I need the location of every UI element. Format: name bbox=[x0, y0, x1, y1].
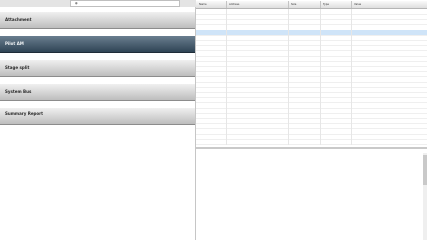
table-row[interactable] bbox=[196, 139, 427, 145]
column-divider bbox=[320, 9, 321, 145]
group-list-pane: Attachment Pilot AM Stage split System B… bbox=[0, 7, 196, 240]
column-divider bbox=[288, 9, 289, 145]
group-item-system-bus[interactable]: System Bus bbox=[0, 84, 195, 101]
group-name: Pilot AM bbox=[5, 41, 24, 46]
group-name: Attachment bbox=[5, 17, 32, 22]
scrollbar-thumb[interactable] bbox=[423, 155, 427, 185]
column-header-size[interactable]: Size bbox=[291, 3, 296, 6]
vertical-scrollbar[interactable] bbox=[423, 153, 427, 240]
table-header: Name Address Size Type Value bbox=[196, 1, 427, 9]
column-header-name[interactable]: Name bbox=[199, 3, 207, 6]
column-divider bbox=[226, 9, 227, 145]
group-name: Summary Report bbox=[5, 111, 44, 116]
search-input[interactable]: ● bbox=[70, 0, 180, 7]
group-name: System Bus bbox=[5, 89, 32, 94]
column-header-value[interactable]: Value bbox=[354, 3, 361, 6]
column-header-type[interactable]: Type bbox=[323, 3, 329, 6]
column-header-address[interactable]: Address bbox=[229, 3, 239, 6]
group-item-attachment[interactable]: Attachment bbox=[0, 12, 195, 29]
group-item-summary-report[interactable]: Summary Report bbox=[0, 108, 195, 125]
group-item-pilot-am[interactable]: Pilot AM bbox=[0, 36, 195, 53]
search-icon[interactable]: ● bbox=[75, 1, 78, 5]
group-name: Stage split bbox=[5, 65, 30, 70]
column-divider bbox=[351, 9, 352, 145]
group-item-stage-split[interactable]: Stage split bbox=[0, 60, 195, 77]
description-panel bbox=[196, 149, 427, 240]
